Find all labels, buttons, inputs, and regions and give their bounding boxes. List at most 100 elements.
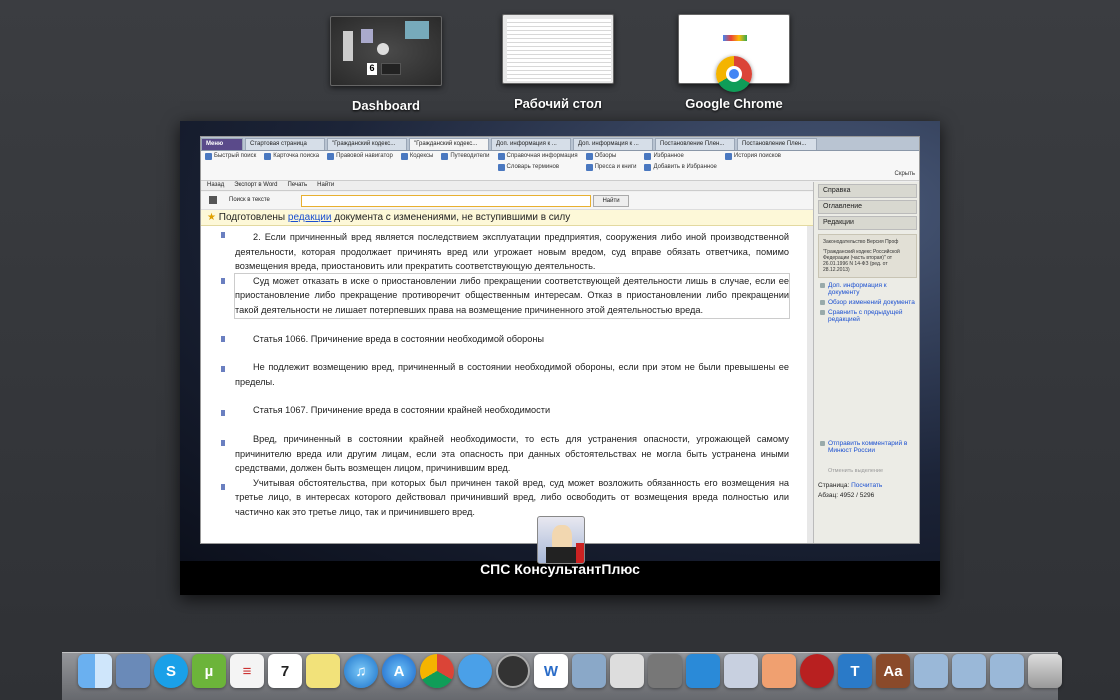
cancel-selection-button[interactable]: Отменить выделение	[828, 468, 917, 474]
tab-doc[interactable]: Доп. информация к ...	[491, 138, 571, 150]
documents-folder-icon[interactable]	[990, 654, 1024, 688]
paragraph-marker-icon[interactable]	[221, 440, 225, 446]
paragraph-marker-icon[interactable]	[221, 336, 225, 342]
ribbon-favorites[interactable]: Избранное	[644, 153, 716, 160]
reminders-icon[interactable]: ≡	[230, 654, 264, 688]
folder-icon[interactable]	[914, 654, 948, 688]
tab-doc-active[interactable]: "Гражданский кодекс...	[409, 138, 489, 150]
editions-link[interactable]: редакции	[288, 212, 332, 223]
paragraph-marker-icon[interactable]	[221, 232, 225, 238]
tab-start[interactable]: Стартовая страница	[245, 138, 325, 150]
chrome-icon[interactable]	[420, 654, 454, 688]
skype-icon[interactable]: S	[154, 654, 188, 688]
utorrent-icon[interactable]: µ	[192, 654, 226, 688]
ribbon-codes[interactable]: Кодексы	[400, 153, 433, 178]
page-counter: Страница: Посчитать	[818, 482, 883, 489]
history-icon	[724, 153, 732, 160]
trash-icon[interactable]	[1028, 654, 1062, 688]
ribbon-search-card[interactable]: Карточка поиска	[264, 153, 319, 178]
dictionary-icon[interactable]: Aa	[876, 654, 910, 688]
calendar-widget: 6	[367, 63, 377, 75]
paragraph-marker-icon[interactable]	[221, 278, 225, 284]
add-star-icon	[644, 164, 652, 171]
desktop-thumbnail[interactable]	[502, 14, 614, 84]
ribbon-quick-search[interactable]: Быстрый поиск	[205, 153, 256, 178]
panel-editions-button[interactable]: Редакции	[818, 216, 917, 230]
tab-doc[interactable]: Постановление Плен...	[737, 138, 817, 150]
ribbon-guides[interactable]: Путеводители	[441, 153, 490, 178]
back-button[interactable]: Назад	[207, 182, 224, 189]
dashboard-thumbnail[interactable]: 6	[330, 16, 442, 86]
panel-contents-button[interactable]: Оглавление	[818, 200, 917, 214]
paragraph-counter: Абзац: 4952 / 5296	[818, 492, 875, 499]
tab-doc[interactable]: Постановление Плен...	[655, 138, 735, 150]
search-input[interactable]	[301, 195, 591, 207]
stickies-icon[interactable]	[306, 654, 340, 688]
space-dashboard[interactable]: 6 Dashboard	[330, 16, 442, 113]
document-text[interactable]: 2. Если причиненный вред является послед…	[201, 226, 807, 543]
downloads-folder-icon[interactable]	[952, 654, 986, 688]
search-find-button[interactable]: Найти	[593, 195, 629, 207]
widget-icon	[381, 63, 401, 75]
count-pages-link[interactable]: Посчитать	[851, 482, 882, 489]
preview-icon[interactable]	[116, 654, 150, 688]
print-button[interactable]: Печать	[288, 182, 308, 189]
space-label: Google Chrome	[685, 96, 783, 111]
search-label: Поиск в тексте	[229, 197, 270, 203]
emblem-icon[interactable]	[800, 654, 834, 688]
search-icon	[205, 153, 212, 160]
ribbon-reference[interactable]: Справочная информация	[497, 153, 578, 160]
ribbon-dictionary[interactable]: Словарь терминов	[497, 164, 578, 171]
utility-icon[interactable]	[648, 654, 682, 688]
article-heading: Статья 1067. Причинение вреда в состояни…	[253, 405, 551, 416]
tab-doc[interactable]: "Гражданский кодекс...	[327, 138, 407, 150]
hide-ribbon-button[interactable]: Скрыть	[895, 171, 915, 178]
tab-doc[interactable]: Доп. информация к ...	[573, 138, 653, 150]
consultant-icon[interactable]	[724, 654, 758, 688]
space-chrome[interactable]: Google Chrome	[678, 14, 790, 111]
editions-notice: ★ Подготовлены редакции документа с изме…	[201, 210, 813, 226]
home-icon[interactable]	[209, 196, 217, 204]
find-button[interactable]: Найти	[317, 182, 334, 189]
iphoto-icon[interactable]	[572, 654, 606, 688]
tab-menu[interactable]: Меню	[201, 138, 243, 150]
finder-icon[interactable]	[78, 654, 112, 688]
app-window-preview[interactable]: Меню Стартовая страница "Гражданский код…	[180, 121, 940, 595]
ribbon-add-favorites[interactable]: Добавить в Избранное	[644, 164, 717, 171]
messages-icon[interactable]	[458, 654, 492, 688]
ribbon-history[interactable]: История поисков	[724, 153, 781, 178]
paragraph-marker-icon[interactable]	[221, 366, 225, 372]
doc-paragraph: Не подлежит возмещению вред, причиненный…	[235, 362, 789, 387]
paragraph-marker-icon[interactable]	[221, 484, 225, 490]
google-logo-icon	[723, 35, 747, 41]
document-info-box: Законодательство Версия Проф "Граждански…	[818, 234, 917, 278]
panel-link-compare[interactable]: Сравнить с предыдущей редакцией	[820, 309, 917, 323]
export-word-button[interactable]: Экспорт в Word	[234, 182, 277, 189]
guides-icon	[441, 153, 449, 160]
itunes-icon[interactable]: ♫	[344, 654, 378, 688]
document-tool-icon[interactable]: T	[838, 654, 872, 688]
panel-link-send-comment[interactable]: Отправить комментарий в Минюст России	[820, 440, 917, 454]
app-store-icon[interactable]: A	[382, 654, 416, 688]
ribbon: Быстрый поиск Карточка поиска Правовой н…	[201, 151, 919, 181]
panel-link-additional-info[interactable]: Доп. информация к документу	[820, 282, 917, 296]
panel-help-button[interactable]: Справка	[818, 184, 917, 198]
doc-paragraph: Учитывая обстоятельства, при которых был…	[235, 477, 789, 517]
ribbon-reviews[interactable]: Обзоры	[585, 153, 637, 160]
panel-link-changes-review[interactable]: Обзор изменений документа	[820, 299, 917, 306]
windows-icon[interactable]	[686, 654, 720, 688]
paragraph-marker-icon[interactable]	[221, 410, 225, 416]
consultant-alt-icon[interactable]	[762, 654, 796, 688]
disk-utility-icon[interactable]	[610, 654, 644, 688]
document-preview	[507, 19, 611, 81]
word-icon[interactable]: W	[534, 654, 568, 688]
photo-booth-icon[interactable]	[496, 654, 530, 688]
calendar-icon[interactable]: 7	[268, 654, 302, 688]
ribbon-navigator[interactable]: Правовой навигатор	[327, 153, 393, 178]
space-desktop[interactable]: Рабочий стол	[502, 14, 614, 111]
right-panel: Справка Оглавление Редакции Законодатель…	[813, 182, 919, 543]
window-caption: СПС КонсультантПлюс	[480, 561, 640, 577]
star-icon	[644, 153, 652, 160]
ribbon-press[interactable]: Пресса и книги	[585, 164, 636, 171]
clock-widget-icon	[377, 43, 389, 55]
